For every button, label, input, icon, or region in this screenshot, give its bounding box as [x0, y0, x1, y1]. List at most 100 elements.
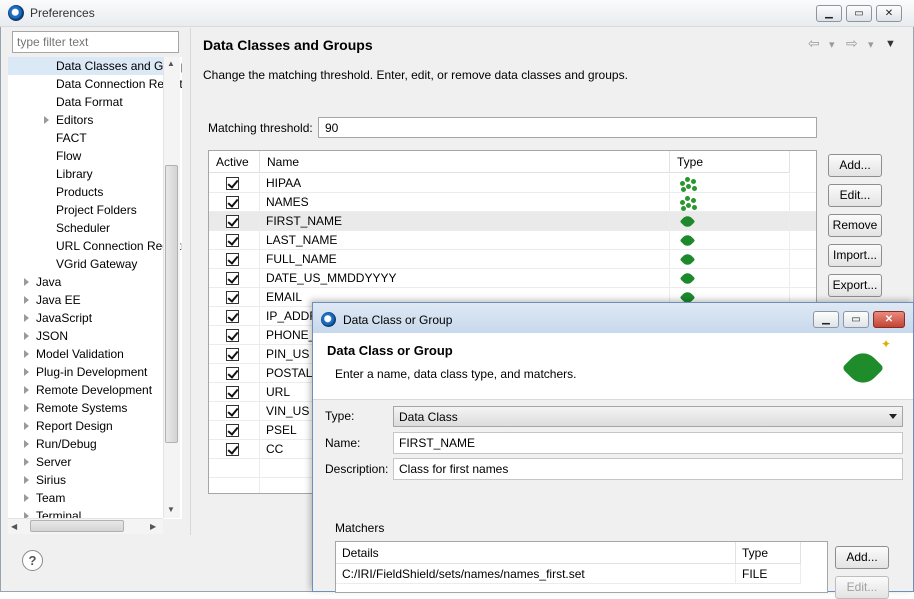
tree-horizontal-scroll-thumb[interactable] [30, 520, 124, 532]
dialog-close-button[interactable]: ✕ [873, 311, 905, 328]
add-button[interactable]: Add... [828, 154, 882, 177]
matcher-edit-button[interactable]: Edit... [835, 576, 889, 599]
dialog-minimize-button[interactable]: ▁ [813, 311, 839, 328]
active-checkbox[interactable] [226, 291, 239, 304]
expand-arrow-icon[interactable] [24, 494, 29, 502]
expand-arrow-icon[interactable] [44, 116, 49, 124]
tree-vertical-scroll-thumb[interactable] [165, 165, 178, 443]
tree-item[interactable]: Team [8, 489, 163, 507]
scroll-left-icon[interactable]: ◀ [11, 522, 17, 531]
minimize-button[interactable]: ▁ [816, 5, 842, 22]
name-field[interactable]: FIRST_NAME [393, 432, 903, 454]
threshold-input[interactable]: 90 [318, 117, 817, 138]
tree-item[interactable]: Library [8, 165, 163, 183]
expand-arrow-icon[interactable] [24, 350, 29, 358]
tree-item[interactable]: URL Connection Registry [8, 237, 182, 255]
expand-arrow-icon[interactable] [24, 296, 29, 304]
table-row[interactable]: HIPAA [209, 174, 816, 193]
expand-arrow-icon[interactable] [24, 440, 29, 448]
scroll-down-icon[interactable]: ▼ [167, 505, 175, 514]
table-row[interactable]: FIRST_NAME [209, 212, 816, 231]
view-menu-icon[interactable]: ▼ [885, 38, 896, 50]
active-checkbox[interactable] [226, 348, 239, 361]
tree-item[interactable]: Data Classes and Groups [8, 57, 182, 75]
dialog-maximize-button[interactable]: ▭ [843, 311, 869, 328]
active-checkbox[interactable] [226, 215, 239, 228]
tree-item[interactable]: Run/Debug [8, 435, 163, 453]
tree-item[interactable]: Java EE [8, 291, 163, 309]
tree-item[interactable]: VGrid Gateway [8, 255, 163, 273]
active-checkbox[interactable] [226, 367, 239, 380]
active-checkbox[interactable] [226, 253, 239, 266]
expand-arrow-icon[interactable] [24, 458, 29, 466]
tree-item[interactable]: JavaScript [8, 309, 163, 327]
tree-item[interactable]: Data Format [8, 93, 163, 111]
tree-item[interactable]: Project Folders [8, 201, 163, 219]
active-checkbox[interactable] [226, 443, 239, 456]
tree-item[interactable]: Server [8, 453, 163, 471]
back-arrow-icon[interactable]: ⇦ [808, 35, 820, 52]
active-checkbox[interactable] [226, 272, 239, 285]
active-checkbox[interactable] [226, 386, 239, 399]
column-header-name[interactable]: Name [260, 151, 670, 173]
expand-arrow-icon[interactable] [24, 422, 29, 430]
data-class-icon [679, 270, 696, 287]
tree-item[interactable]: Model Validation [8, 345, 163, 363]
type-select[interactable]: Data Class [393, 406, 903, 427]
scroll-up-icon[interactable]: ▲ [167, 59, 175, 68]
tree-item[interactable]: Remote Development [8, 381, 163, 399]
active-checkbox[interactable] [226, 405, 239, 418]
matchers-column-details[interactable]: Details [336, 542, 736, 564]
table-row[interactable]: NAMES [209, 193, 816, 212]
matcher-add-button[interactable]: Add... [835, 546, 889, 569]
active-checkbox[interactable] [226, 196, 239, 209]
active-checkbox[interactable] [226, 177, 239, 190]
table-row[interactable]: FULL_NAME [209, 250, 816, 269]
tree-item[interactable]: Plug-in Development [8, 363, 163, 381]
tree-item[interactable]: Sirius [8, 471, 163, 489]
export-button[interactable]: Export... [828, 274, 882, 297]
expand-arrow-icon[interactable] [24, 332, 29, 340]
matcher-type-cell[interactable]: FILE [736, 564, 801, 584]
tree-item-label: JavaScript [36, 311, 93, 325]
tree-item-label: Sirius [36, 473, 67, 487]
matcher-details-cell[interactable]: C:/IRI/FieldShield/sets/names/names_firs… [336, 564, 736, 584]
active-checkbox[interactable] [226, 234, 239, 247]
tree-item[interactable]: FACT [8, 129, 163, 147]
scroll-right-icon[interactable]: ▶ [150, 522, 156, 531]
filter-input[interactable] [12, 31, 179, 53]
tree-item[interactable]: JSON [8, 327, 163, 345]
active-checkbox[interactable] [226, 424, 239, 437]
forward-arrow-icon[interactable]: ⇨ [846, 35, 858, 52]
expand-arrow-icon[interactable] [24, 476, 29, 484]
back-menu-icon[interactable]: ▾ [829, 38, 835, 51]
active-checkbox[interactable] [226, 310, 239, 323]
expand-arrow-icon[interactable] [24, 386, 29, 394]
tree-item[interactable]: Java [8, 273, 163, 291]
column-header-active[interactable]: Active [209, 151, 260, 173]
description-field[interactable]: Class for first names [393, 458, 903, 480]
column-header-type[interactable]: Type [670, 151, 790, 173]
expand-arrow-icon[interactable] [24, 278, 29, 286]
tree-item[interactable]: Report Design [8, 417, 163, 435]
tree-item[interactable]: Editors [8, 111, 163, 129]
close-button[interactable]: ✕ [876, 5, 902, 22]
forward-menu-icon[interactable]: ▾ [868, 38, 874, 51]
active-checkbox[interactable] [226, 329, 239, 342]
help-icon[interactable]: ? [22, 550, 43, 571]
matchers-column-type[interactable]: Type [736, 542, 801, 564]
remove-button[interactable]: Remove [828, 214, 882, 237]
tree-item[interactable]: Data Connection Registry [8, 75, 182, 93]
table-row[interactable]: DATE_US_MMDDYYYY [209, 269, 816, 288]
tree-item[interactable]: Products [8, 183, 163, 201]
expand-arrow-icon[interactable] [24, 368, 29, 376]
tree-item[interactable]: Flow [8, 147, 163, 165]
import-button[interactable]: Import... [828, 244, 882, 267]
tree-item[interactable]: Scheduler [8, 219, 163, 237]
table-row[interactable]: LAST_NAME [209, 231, 816, 250]
tree-item[interactable]: Remote Systems [8, 399, 163, 417]
edit-button[interactable]: Edit... [828, 184, 882, 207]
expand-arrow-icon[interactable] [24, 314, 29, 322]
maximize-button[interactable]: ▭ [846, 5, 872, 22]
expand-arrow-icon[interactable] [24, 404, 29, 412]
